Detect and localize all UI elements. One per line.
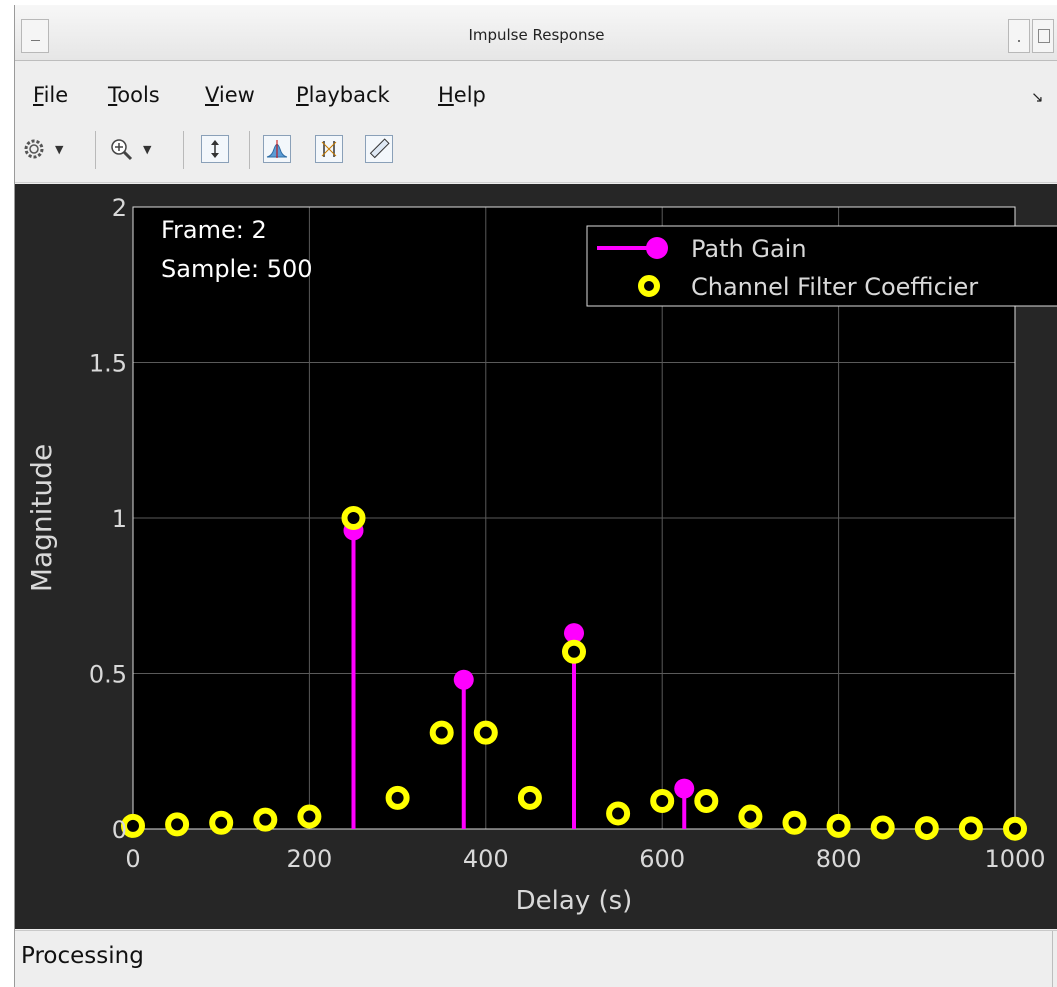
cursor-measurement-icon	[315, 135, 343, 163]
scale-axes-icon	[201, 135, 229, 163]
x-axis-label: Delay (s)	[516, 886, 633, 916]
signal-peak-icon	[263, 135, 291, 163]
x-tick-label: 1000	[984, 845, 1045, 873]
menu-playback-label: layback	[308, 83, 390, 107]
menu-view[interactable]: View	[205, 83, 255, 107]
impulse-response-chart[interactable]: 0 200 400 600 800 1000 0 0.5 1 1.5 2 Magnitude Del…	[15, 184, 1057, 929]
toolbar-divider	[249, 131, 250, 169]
toolbar-divider	[183, 131, 184, 169]
menu-help-mnemonic: H	[438, 83, 454, 107]
x-tick-label: 400	[463, 845, 509, 873]
window-titlebar[interactable]: Impulse Response	[15, 5, 1057, 61]
channel-filter-marker	[826, 813, 851, 838]
channel-filter-marker	[429, 720, 454, 745]
channel-filter-marker	[562, 639, 586, 664]
channel-filter-marker	[1003, 816, 1027, 841]
path-gain-marker	[453, 669, 474, 690]
channel-filter-marker	[650, 789, 675, 814]
path-gain-marker	[674, 778, 695, 799]
legend-channel-filter-marker	[638, 275, 660, 297]
settings-icon	[24, 139, 44, 159]
x-tick-label: 600	[639, 845, 685, 873]
y-tick-label: 1.5	[89, 350, 127, 378]
minimize-button[interactable]	[1008, 19, 1030, 53]
menu-view-label: iew	[218, 83, 255, 107]
y-tick-label: 0	[112, 816, 127, 844]
ruler-measure-icon	[365, 135, 393, 163]
menu-file-mnemonic: F	[33, 83, 44, 107]
legend-channel-filter-label: Channel Filter Coefficier	[691, 273, 978, 301]
channel-filter-marker	[782, 810, 807, 835]
chevron-down-icon: ▼	[143, 142, 152, 156]
menu-bar: File Tools View Playback Help ↘	[15, 75, 1057, 115]
ruler-measure-button[interactable]	[365, 131, 393, 167]
menu-overflow-arrow-icon[interactable]: ↘	[1031, 88, 1044, 106]
menu-tools-label: ools	[117, 83, 160, 107]
maximize-button[interactable]	[1032, 19, 1054, 53]
menu-tools[interactable]: Tools	[108, 83, 160, 107]
channel-filter-marker	[870, 815, 895, 840]
x-tick-label: 800	[816, 845, 862, 873]
menu-playback-mnemonic: P	[296, 83, 309, 107]
cursor-measurement-button[interactable]	[315, 131, 343, 167]
channel-filter-marker	[385, 785, 410, 810]
legend[interactable]: Path Gain Channel Filter Coefficier	[586, 225, 1057, 307]
channel-filter-marker	[694, 789, 719, 814]
status-bar: Processing	[15, 930, 1057, 987]
window-title: Impulse Response	[468, 26, 605, 44]
channel-filter-marker	[738, 804, 763, 829]
channel-filter-marker	[165, 812, 190, 837]
menu-help-label: elp	[453, 83, 486, 107]
channel-filter-marker	[958, 816, 983, 841]
channel-filter-marker	[209, 810, 234, 835]
channel-filter-marker	[606, 801, 631, 826]
menu-tools-mnemonic: T	[108, 83, 118, 107]
channel-filter-marker	[297, 804, 322, 829]
chevron-down-icon: ▼	[55, 142, 64, 156]
channel-filter-marker	[517, 785, 542, 810]
signal-peak-button[interactable]	[263, 131, 291, 167]
channel-filter-marker	[341, 506, 366, 530]
channel-filter-marker	[914, 816, 939, 841]
status-divider	[1052, 931, 1053, 987]
menu-file[interactable]: File	[33, 83, 68, 107]
menu-playback[interactable]: Playback	[296, 83, 390, 107]
frame-annotation: Frame: 2	[161, 216, 267, 244]
channel-filter-marker	[253, 807, 278, 832]
y-axis-label: Magnitude	[25, 444, 58, 592]
toolbar: ▼ ▼	[15, 123, 1057, 183]
x-tick-label: 0	[125, 845, 140, 873]
settings-dropdown[interactable]: ▼	[23, 131, 63, 167]
scale-axes-button[interactable]	[201, 131, 229, 167]
zoom-dropdown[interactable]: ▼	[109, 131, 151, 167]
menu-view-mnemonic: V	[205, 83, 219, 107]
sample-annotation: Sample: 500	[161, 255, 313, 283]
y-tick-label: 2	[112, 194, 127, 222]
impulse-response-window: Impulse Response File Tools View Playbac…	[14, 5, 1057, 987]
toolbar-divider	[95, 131, 96, 169]
zoom-in-icon	[111, 139, 133, 161]
menu-file-label: ile	[43, 83, 69, 107]
legend-path-gain-label: Path Gain	[691, 235, 807, 263]
y-tick-label: 0.5	[89, 661, 127, 689]
status-text: Processing	[21, 943, 144, 969]
x-tick-label: 200	[286, 845, 332, 873]
menu-help[interactable]: Help	[438, 83, 486, 107]
plot-area: 0 200 400 600 800 1000 0 0.5 1 1.5 2 Magnitude Del…	[15, 184, 1057, 929]
legend-path-gain-marker	[646, 237, 668, 259]
y-tick-label: 1	[112, 505, 127, 533]
channel-filter-marker	[473, 720, 498, 745]
